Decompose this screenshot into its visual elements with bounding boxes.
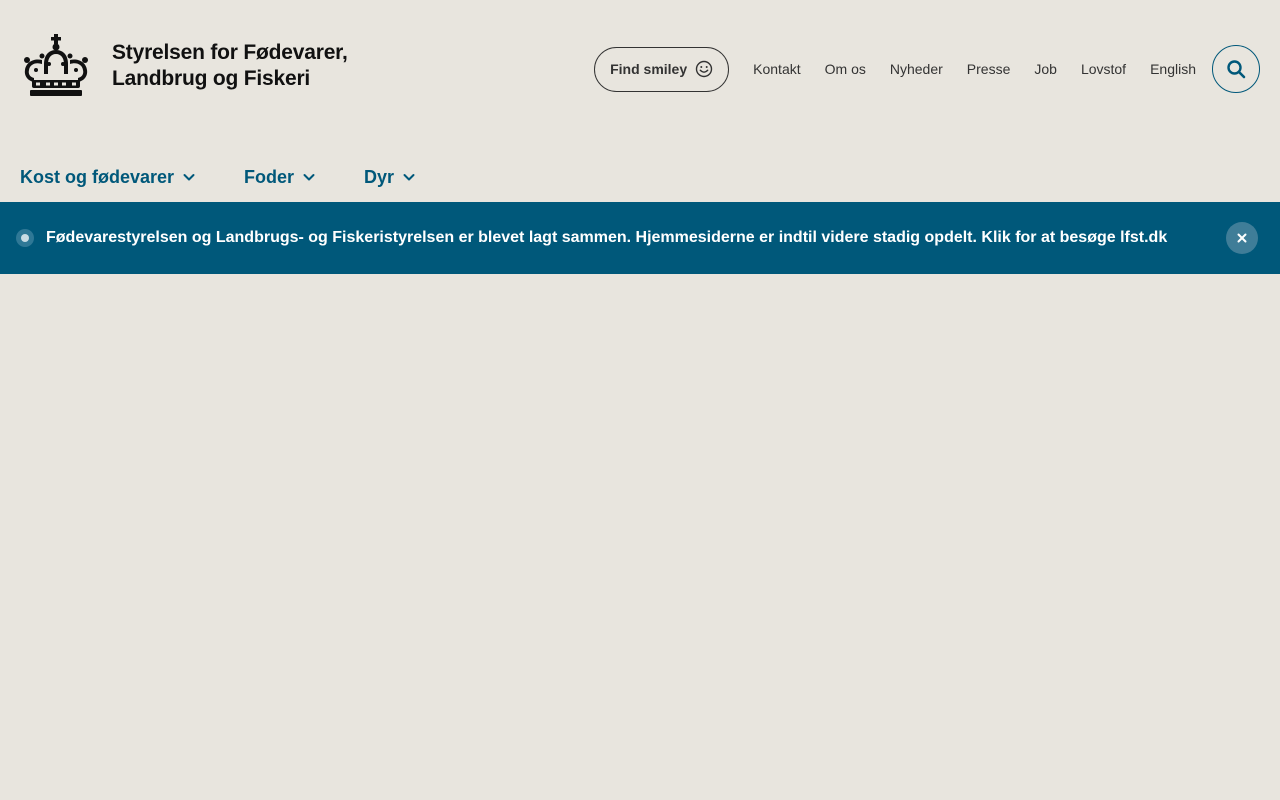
find-smiley-button[interactable]: Find smiley [594,46,730,92]
notice-dot-icon [16,229,34,247]
main-nav-kost-og-fodevarer[interactable]: Kost og fødevarer [20,164,196,190]
banner-text[interactable]: Fødevarestyrelsen og Landbrugs- og Fiske… [46,228,1167,248]
chevron-down-icon [403,174,415,181]
main-navigation: Kost og fødevarer Foder Dyr [20,164,464,190]
banner-close-button[interactable] [1226,222,1258,254]
find-smiley-label: Find smiley [610,61,688,77]
logo-text: Styrelsen for Fødevarer, Landbrug og Fis… [112,40,348,92]
search-icon [1227,60,1246,79]
top-navigation: Find smiley Kontakt Om os Nyheder Presse… [594,45,1260,93]
chevron-down-icon [183,174,195,181]
nav-link-job[interactable]: Job [1034,61,1057,77]
search-button[interactable] [1212,45,1260,93]
nav-link-om-os[interactable]: Om os [825,61,866,77]
nav-link-english[interactable]: English [1150,61,1196,77]
main-nav-label: Kost og fødevarer [20,166,175,187]
nav-link-nyheder[interactable]: Nyheder [890,61,943,77]
close-icon [1237,233,1247,243]
nav-link-kontakt[interactable]: Kontakt [753,61,800,77]
logo-line-2: Landbrug og Fiskeri [112,67,311,90]
site-header: Styrelsen for Fødevarer, Landbrug og Fis… [0,0,1280,140]
main-nav-dyr[interactable]: Dyr [364,164,416,190]
merger-notice-banner[interactable]: Fødevarestyrelsen og Landbrugs- og Fiske… [0,202,1280,274]
main-nav-foder[interactable]: Foder [244,164,316,190]
smiley-icon [695,60,713,78]
main-nav-label: Foder [244,166,295,187]
logo-line-1: Styrelsen for Fødevarer, [112,41,348,64]
nav-link-presse[interactable]: Presse [967,61,1011,77]
chevron-down-icon [303,174,315,181]
main-nav-label: Dyr [364,166,395,187]
crown-icon [24,34,88,96]
nav-link-lovstof[interactable]: Lovstof [1081,61,1126,77]
site-logo[interactable]: Styrelsen for Fødevarer, Landbrug og Fis… [22,34,348,98]
